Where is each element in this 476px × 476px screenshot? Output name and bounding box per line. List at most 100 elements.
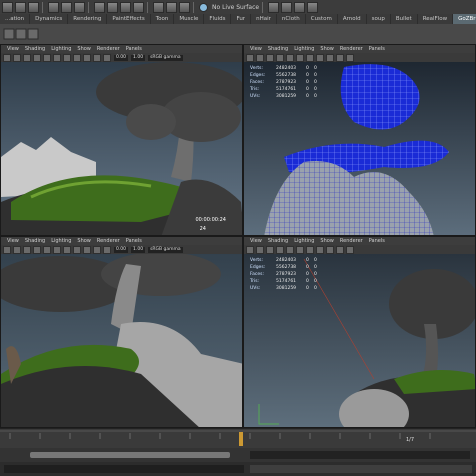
tab-fluids[interactable]: Fluids xyxy=(204,14,232,24)
menu-shading[interactable]: Shading xyxy=(268,46,288,52)
camera-icon[interactable] xyxy=(3,245,11,254)
construction-icon[interactable] xyxy=(166,1,177,13)
viewport-bottom-right[interactable]: View Shading Lighting Show Renderer Pane… xyxy=(243,236,476,428)
tab-animation[interactable]: ...ation xyxy=(0,14,31,24)
menu-view[interactable]: View xyxy=(250,238,262,244)
tab-fur[interactable]: Fur xyxy=(231,14,252,24)
render-settings-icon[interactable] xyxy=(294,1,306,13)
open-icon[interactable] xyxy=(15,1,26,13)
bookmark-icon[interactable] xyxy=(13,53,21,62)
tab-muscle[interactable]: Muscle xyxy=(174,14,205,24)
hypershade-icon[interactable] xyxy=(307,1,319,13)
file-new-icon[interactable] xyxy=(2,1,13,13)
shelf-tool-icon[interactable] xyxy=(15,28,27,40)
tab-painteffects[interactable]: PaintEffects xyxy=(107,14,151,24)
command-line[interactable] xyxy=(0,462,476,476)
live-surface-label[interactable]: No Live Surface xyxy=(212,4,259,11)
menu-shading[interactable]: Shading xyxy=(25,238,45,244)
lasso-icon[interactable] xyxy=(61,1,72,13)
tab-soup[interactable]: soup xyxy=(367,14,391,24)
tab-toon[interactable]: Toon xyxy=(151,14,175,24)
gamma-field[interactable]: 1.00 xyxy=(131,246,146,253)
gamma-field[interactable]: 1.00 xyxy=(131,54,146,61)
smooth-shade-icon[interactable] xyxy=(286,53,294,62)
colorspace-field[interactable]: sRGB gamma xyxy=(148,246,183,253)
textured-icon[interactable] xyxy=(53,53,61,62)
bookmark-icon[interactable] xyxy=(256,53,264,62)
exposure-field[interactable]: 0.00 xyxy=(114,246,129,253)
grid-icon[interactable] xyxy=(23,245,31,254)
tab-realflow[interactable]: RealFlow xyxy=(418,14,454,24)
colorspace-field[interactable]: sRGB gamma xyxy=(148,54,183,61)
resolution-gate-icon[interactable] xyxy=(103,245,111,254)
lights-icon[interactable] xyxy=(63,53,71,62)
xray-icon[interactable] xyxy=(83,53,91,62)
snap-point-icon[interactable] xyxy=(120,1,131,13)
snap-plane-icon[interactable] xyxy=(133,1,144,13)
menu-panels[interactable]: Panels xyxy=(369,238,385,244)
isolate-icon[interactable] xyxy=(336,53,344,62)
tab-custom[interactable]: Custom xyxy=(306,14,338,24)
smooth-shade-icon[interactable] xyxy=(43,245,51,254)
wireframe-icon[interactable] xyxy=(276,53,284,62)
camera-icon[interactable] xyxy=(246,245,254,254)
lights-icon[interactable] xyxy=(63,245,71,254)
menu-panels[interactable]: Panels xyxy=(126,238,142,244)
shadows-icon[interactable] xyxy=(73,53,81,62)
range-slider[interactable] xyxy=(0,448,476,462)
shelf-tool-icon[interactable] xyxy=(27,28,39,40)
tab-ncloth[interactable]: nCloth xyxy=(277,14,306,24)
save-icon[interactable] xyxy=(28,1,39,13)
camera-icon[interactable] xyxy=(3,53,11,62)
select-icon[interactable] xyxy=(48,1,59,13)
shadows-icon[interactable] xyxy=(316,53,324,62)
menu-lighting[interactable]: Lighting xyxy=(294,238,314,244)
tab-nhair[interactable]: nHair xyxy=(251,14,277,24)
tab-bullet[interactable]: Bullet xyxy=(391,14,418,24)
snap-curve-icon[interactable] xyxy=(107,1,118,13)
menu-lighting[interactable]: Lighting xyxy=(51,46,71,52)
viewport-bottom-left[interactable]: View Shading Lighting Show Renderer Pane… xyxy=(0,236,243,428)
camera-icon[interactable] xyxy=(246,53,254,62)
paint-select-icon[interactable] xyxy=(74,1,85,13)
bookmark-icon[interactable] xyxy=(13,245,21,254)
menu-view[interactable]: View xyxy=(7,46,19,52)
exposure-field[interactable]: 0.00 xyxy=(114,54,129,61)
tab-arnold[interactable]: Arnold xyxy=(338,14,367,24)
menu-shading[interactable]: Shading xyxy=(25,46,45,52)
menu-renderer[interactable]: Renderer xyxy=(97,46,120,52)
time-slider[interactable]: 1/7 xyxy=(0,428,476,449)
range-bar[interactable] xyxy=(30,452,230,458)
menu-show[interactable]: Show xyxy=(320,46,334,52)
bookmark-icon[interactable] xyxy=(256,245,264,254)
playhead[interactable] xyxy=(239,432,243,446)
tab-gozbrush[interactable]: GoZBrush xyxy=(453,14,476,24)
menu-show[interactable]: Show xyxy=(77,46,91,52)
menu-panels[interactable]: Panels xyxy=(126,46,142,52)
grid-icon[interactable] xyxy=(23,53,31,62)
snap-grid-icon[interactable] xyxy=(94,1,105,13)
tab-dynamics[interactable]: Dynamics xyxy=(30,14,69,24)
smooth-shade-icon[interactable] xyxy=(43,53,51,62)
lights-icon[interactable] xyxy=(306,245,314,254)
ipr-icon[interactable] xyxy=(281,1,293,13)
menu-show[interactable]: Show xyxy=(320,238,334,244)
menu-renderer[interactable]: Renderer xyxy=(97,238,120,244)
smooth-shade-icon[interactable] xyxy=(286,245,294,254)
shadows-icon[interactable] xyxy=(316,245,324,254)
xray-icon[interactable] xyxy=(326,53,334,62)
menu-renderer[interactable]: Renderer xyxy=(340,46,363,52)
isolate-icon[interactable] xyxy=(93,245,101,254)
isolate-icon[interactable] xyxy=(336,245,344,254)
menu-view[interactable]: View xyxy=(7,238,19,244)
lights-icon[interactable] xyxy=(306,53,314,62)
textured-icon[interactable] xyxy=(296,245,304,254)
menu-show[interactable]: Show xyxy=(77,238,91,244)
menu-view[interactable]: View xyxy=(250,46,262,52)
menu-renderer[interactable]: Renderer xyxy=(340,238,363,244)
render-icon[interactable] xyxy=(268,1,280,13)
menu-shading[interactable]: Shading xyxy=(268,238,288,244)
xray-icon[interactable] xyxy=(326,245,334,254)
textured-icon[interactable] xyxy=(296,53,304,62)
resolution-gate-icon[interactable] xyxy=(346,245,354,254)
